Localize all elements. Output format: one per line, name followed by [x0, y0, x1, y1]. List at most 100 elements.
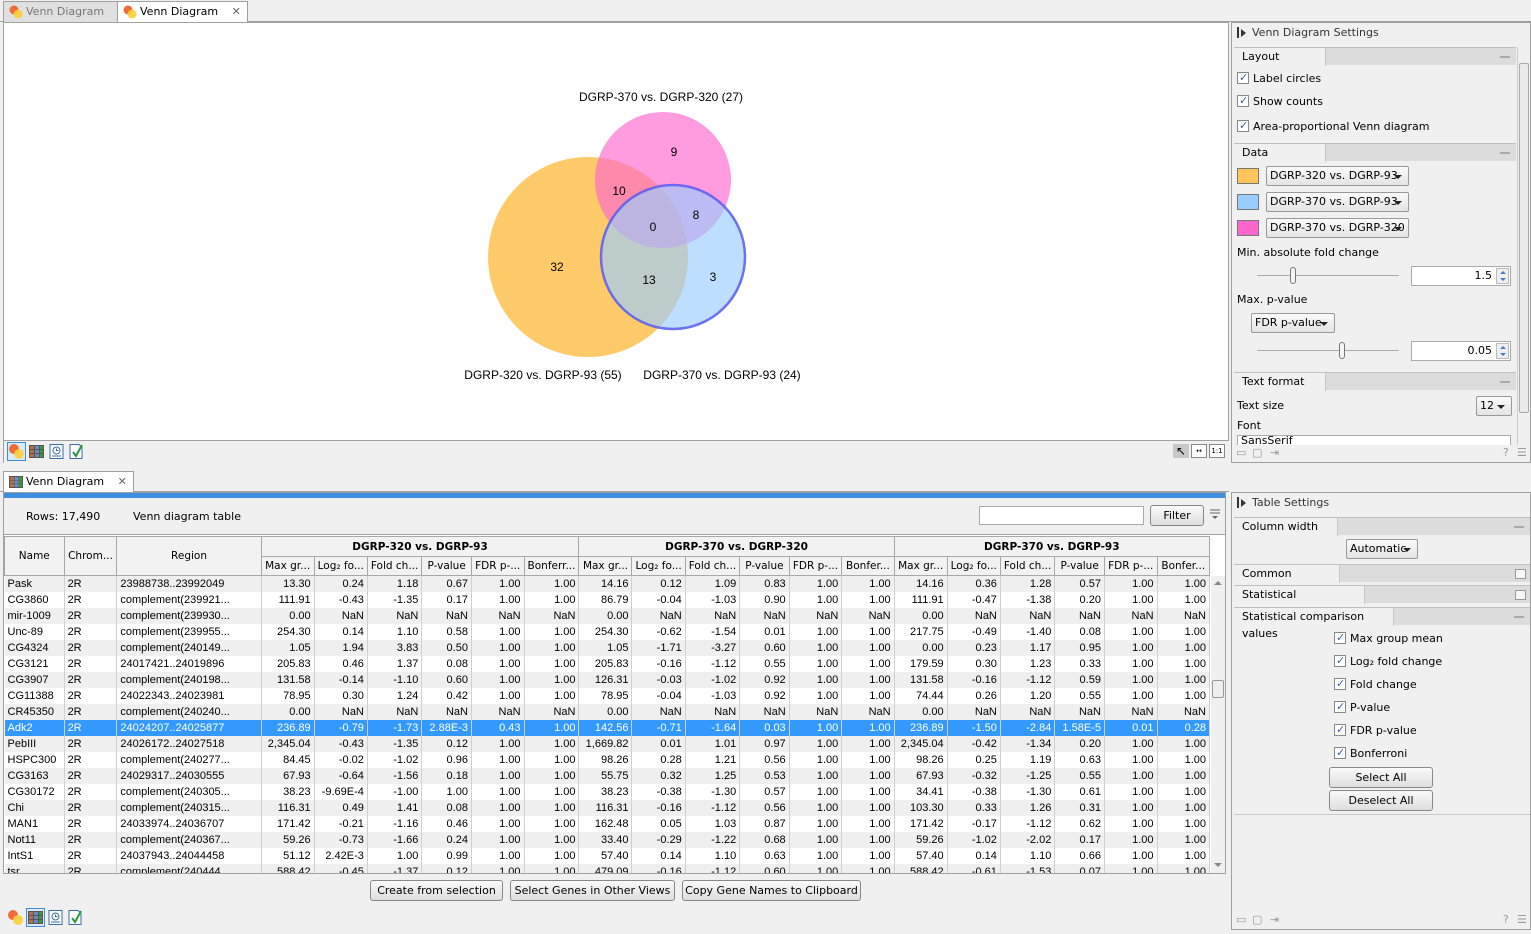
close-icon[interactable]: ✕	[232, 5, 241, 18]
table-scrollbar[interactable]	[1211, 576, 1225, 873]
create-from-selection-button[interactable]: Create from selection	[370, 880, 503, 901]
p-value-type-select[interactable]: FDR p-value	[1251, 313, 1335, 333]
history-icon[interactable]	[47, 909, 64, 926]
max-p-slider-handle[interactable]	[1339, 342, 1346, 359]
column-header-log2-fold-change[interactable]: Log₂ fo...	[946, 556, 1001, 576]
folder-icon[interactable]: ▢	[1252, 446, 1262, 459]
minimize-icon[interactable]	[1500, 152, 1510, 154]
table-menu-icon[interactable]	[1210, 508, 1220, 520]
table-row[interactable]: CG3121 2R 24017421..24019896 205.83 0.46 1.37…	[4, 655, 1210, 672]
circle-set-370-93[interactable]	[599, 183, 747, 331]
column-header-log2-fold-change[interactable]: Log₂ fo...	[313, 556, 368, 576]
checkbox-icon[interactable]	[1237, 70, 1249, 86]
section-statistical-comparisons-header[interactable]: Statistical comparisons	[1234, 585, 1530, 618]
spinner-icon[interactable]	[1496, 268, 1509, 284]
minimize-icon[interactable]	[1514, 616, 1524, 618]
column-header-fold-change[interactable]: Fold ch...	[999, 556, 1056, 576]
column-header-bonferroni[interactable]: Bonferr...	[523, 556, 580, 576]
close-icon[interactable]: ✕	[118, 475, 127, 488]
venn-view-icon[interactable]	[7, 442, 26, 461]
folder-icon[interactable]	[1515, 590, 1526, 600]
table-row[interactable]: Adk2 2R 24024207..24025877 236.89 -0.79 -1.73…	[4, 719, 1210, 736]
max-p-input[interactable]: 0.05	[1411, 341, 1511, 361]
checkbox-icon[interactable]	[1334, 745, 1346, 761]
checkbox-max-group-mean[interactable]: Max group mean	[1334, 630, 1443, 647]
section-comparison-values-header[interactable]: Statistical comparison values	[1234, 607, 1530, 640]
color-swatch-set-370-93[interactable]	[1237, 194, 1259, 210]
table-row[interactable]: PebIII 2R 24026172..24027518 2,345.04 -0.43-…	[4, 735, 1210, 752]
fit-width-icon[interactable]: ↔	[1191, 444, 1207, 458]
column-header-fdr-p-value[interactable]: FDR p-...	[470, 556, 525, 576]
table-row[interactable]: CG30172 2R complement(240305... 38.23 -9.69E…	[4, 783, 1210, 800]
checkbox-log2-fold-change[interactable]: Log₂ fold change	[1334, 653, 1442, 670]
column-header-log2-fold-change[interactable]: Log₂ fo...	[631, 556, 686, 576]
panel-title[interactable]: Table Settings	[1232, 493, 1530, 513]
deselect-all-button[interactable]: Deselect All	[1329, 790, 1433, 811]
zoom-100-icon[interactable]: 1:1	[1209, 444, 1225, 458]
column-header-name[interactable]: Name	[4, 536, 65, 576]
scrollbar-thumb[interactable]	[1212, 680, 1224, 698]
minimize-icon[interactable]	[1500, 56, 1510, 58]
table-row[interactable]: HSPC300 2R complement(240277... 84.45 -0.02-…	[4, 751, 1210, 768]
checkbox-show-counts[interactable]: Show counts	[1237, 93, 1323, 110]
folder-icon[interactable]	[1515, 569, 1526, 579]
checkbox-label-circles[interactable]: Label circles	[1237, 70, 1321, 87]
column-header-fold-change[interactable]: Fold ch...	[684, 556, 741, 576]
table-row[interactable]: Chi 2R complement(240315... 116.31 0.49 1.41 0…	[4, 799, 1210, 816]
minimize-icon[interactable]	[1514, 526, 1524, 528]
color-swatch-set-370-320[interactable]	[1237, 220, 1259, 236]
validate-icon[interactable]	[67, 909, 84, 926]
table-row[interactable]: Pask 2R 23988738..23992049 13.30 0.24 1.18 0.6…	[4, 575, 1210, 592]
tab-venn-diagram-table[interactable]: Venn Diagram ✕	[3, 471, 134, 493]
panel-title[interactable]: Venn Diagram Settings	[1232, 23, 1530, 43]
checkbox-icon[interactable]	[1334, 653, 1346, 669]
checkbox-icon[interactable]	[1334, 722, 1346, 738]
dock-icon[interactable]: ⇥	[1270, 913, 1279, 926]
tab-venn-diagram-1[interactable]: Venn Diagram ✕	[3, 1, 134, 22]
max-p-slider-track[interactable]	[1257, 350, 1399, 351]
table-view-icon[interactable]	[28, 443, 45, 460]
table-row[interactable]: CG11388 2R 24022343..24023981 78.95 0.30 1.24…	[4, 687, 1210, 704]
venn-view-icon[interactable]	[7, 909, 24, 926]
table-row[interactable]: Unc-89 2R complement(239955... 254.30 0.14 1.…	[4, 623, 1210, 640]
checkbox-fdr-p-value[interactable]: FDR p-value	[1334, 722, 1417, 739]
table-row[interactable]: mir-1009 2R complement(239930... 0.00 NaN NaN…	[4, 607, 1210, 624]
column-header-p-value[interactable]: P-value	[421, 556, 472, 576]
series-select-1[interactable]: DGRP-320 vs. DGRP-93	[1266, 166, 1409, 186]
column-header-bonferroni[interactable]: Bonfer...	[1156, 556, 1210, 576]
section-column-width-header[interactable]: Column width	[1234, 517, 1530, 536]
checkbox-icon[interactable]	[1334, 676, 1346, 692]
folder-icon[interactable]: ▢	[1252, 913, 1262, 926]
table-row[interactable]: Not11 2R complement(240367... 59.26 -0.73 -1.…	[4, 831, 1210, 848]
column-header-max-group-mean[interactable]: Max gr...	[578, 556, 633, 576]
column-header-fold-change[interactable]: Fold ch...	[366, 556, 423, 576]
spinner-icon[interactable]	[1496, 343, 1509, 359]
scroll-down-icon[interactable]	[1214, 863, 1222, 867]
table-row[interactable]: CG3860 2R complement(239921... 111.91 -0.43-…	[4, 591, 1210, 608]
scroll-up-icon[interactable]	[1214, 581, 1222, 585]
table-row[interactable]: tsr 2R complement(240444... 588.42 -0.45 -1.3…	[4, 863, 1210, 873]
filter-input[interactable]	[979, 506, 1144, 525]
help-icon[interactable]: ?	[1503, 446, 1509, 459]
column-header-bonferroni[interactable]: Bonfer...	[841, 556, 895, 576]
min-fold-input[interactable]: 1.5	[1411, 266, 1511, 286]
tab-venn-diagram-2[interactable]: Venn Diagram ✕	[117, 1, 248, 23]
select-all-button[interactable]: Select All	[1329, 767, 1433, 788]
column-header-p-value[interactable]: P-value	[1054, 556, 1105, 576]
checkbox-fold-change[interactable]: Fold change	[1334, 676, 1417, 693]
collapse-panel-icon[interactable]	[1237, 497, 1246, 508]
checkbox-icon[interactable]	[1237, 93, 1249, 109]
section-common-columns-header[interactable]: Common columns	[1234, 564, 1530, 597]
min-fold-slider-track[interactable]	[1257, 275, 1399, 276]
checkbox-icon[interactable]	[1237, 118, 1249, 134]
column-header-region[interactable]: Region	[116, 536, 262, 576]
text-size-select[interactable]: 12	[1476, 396, 1512, 416]
min-fold-slider-handle[interactable]	[1289, 267, 1296, 284]
minimize-all-icon[interactable]: ▭	[1236, 446, 1246, 459]
copy-gene-names-button[interactable]: Copy Gene Names to Clipboard	[682, 880, 861, 901]
filter-button[interactable]: Filter	[1150, 505, 1204, 526]
checkbox-bonferroni[interactable]: Bonferroni	[1334, 745, 1407, 762]
column-header-fdr-p-value[interactable]: FDR p-...	[788, 556, 843, 576]
column-header-p-value[interactable]: P-value	[739, 556, 790, 576]
series-select-3[interactable]: DGRP-370 vs. DGRP-320	[1266, 218, 1409, 238]
